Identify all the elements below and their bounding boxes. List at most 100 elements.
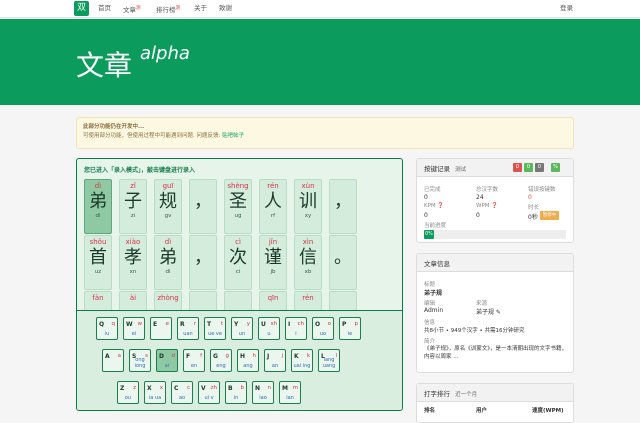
key-initial: sh [270, 321, 277, 327]
nav-thanks[interactable]: 致谢 [219, 0, 232, 18]
key-final: ang [243, 363, 253, 369]
key-g[interactable]: Gg eng [210, 349, 232, 372]
key-a[interactable]: Aa [102, 349, 124, 372]
char-cell: shèng 圣 ug [224, 179, 252, 234]
feedback-link[interactable]: 贴吧帖子 [222, 133, 244, 139]
info-label-summary: 简介 [424, 339, 436, 345]
page-subtitle: alpha [140, 43, 190, 64]
nav-about[interactable]: 关于 [194, 0, 207, 18]
record-header: 按键记录 测试 0 0 0 % [417, 159, 573, 177]
error-count-badge: 0 [513, 163, 522, 172]
key-x[interactable]: Xx ia ua [144, 381, 166, 404]
key-z[interactable]: Zz ou [117, 381, 139, 404]
key-initial: zh [210, 385, 217, 391]
key-initial: f [200, 353, 202, 359]
key-final: ie [347, 331, 353, 337]
char-cell: dì 弟 di [84, 179, 112, 234]
key-l[interactable]: Ll iang uang [318, 349, 340, 372]
pinyin-label: xìn [302, 238, 314, 246]
key-y[interactable]: Yy un [231, 317, 253, 340]
key-o[interactable]: Oo uo [312, 317, 334, 340]
accuracy-badge: % [551, 163, 560, 172]
shuangpin-code: ug [234, 213, 242, 219]
pinyin-label [330, 294, 356, 303]
stat-value-completed: 0 [424, 194, 428, 201]
hanzi-char: 谨 [264, 247, 282, 268]
key-t[interactable]: Tt ue ve [204, 317, 226, 340]
key-initial: r [193, 321, 196, 327]
key-c[interactable]: Cc ao [171, 381, 193, 404]
key-initial: y [246, 321, 250, 327]
key-letter: M [282, 385, 288, 392]
key-n[interactable]: Nn iao [252, 381, 274, 404]
key-d[interactable]: Dd ai [156, 349, 178, 372]
key-final: eng [216, 363, 226, 369]
info-label-editor: 编辑 [424, 301, 436, 307]
nav-ranking[interactable]: 排行榜测 [156, 0, 180, 18]
hanzi-char: 弟 [159, 247, 177, 268]
shuangpin-code: di [95, 213, 101, 219]
stat-label-total-chars: 总汉字数 [476, 187, 499, 193]
shuangpin-code: xn [129, 269, 137, 275]
char-cell: 。 [329, 235, 357, 290]
info-label-meta: 信息 [424, 320, 436, 326]
char-cell: xiào 孝 xn [119, 235, 147, 290]
pinyin-label: rén [267, 182, 279, 190]
dev-notice: 此部分功能仍在开发中... 可使用部分功能，但使用过程中可能遇到问题. 问题反馈… [76, 117, 574, 149]
char-cell: guī 规 gv [154, 179, 182, 234]
key-i[interactable]: Ich i [285, 317, 307, 340]
key-q[interactable]: Qq iu [96, 317, 118, 340]
shuangpin-code: gv [164, 213, 172, 219]
rank-subtitle: 近一个月 [455, 392, 478, 398]
key-m[interactable]: Mm ian [279, 381, 301, 404]
key-k[interactable]: Kk uai ing [291, 349, 313, 372]
key-w[interactable]: Ww ei [123, 317, 145, 340]
typing-rank-panel: 打字排行 近一个月 排名 用户 速度(WPM) [416, 383, 574, 423]
key-b[interactable]: Bb in [225, 381, 247, 404]
key-letter: G [213, 353, 218, 360]
key-final: ian [286, 395, 294, 401]
hanzi-char: 子 [124, 191, 142, 212]
nav-home[interactable]: 首页 [98, 0, 111, 18]
key-initial: x [159, 385, 163, 391]
pinyin-label [330, 238, 356, 247]
pause-button[interactable]: 暂停中 [540, 211, 559, 220]
key-letter: R [180, 321, 185, 328]
progress-label: 当前进度 [424, 223, 447, 229]
hanzi-char: 孝 [124, 247, 142, 268]
key-initial: o [327, 321, 331, 327]
key-p[interactable]: Pp ie [339, 317, 361, 340]
key-e[interactable]: Ee [150, 317, 172, 340]
key-letter: T [207, 321, 212, 328]
nav-articles[interactable]: 文章测 [123, 0, 141, 18]
stat-value-wpm: 0 [476, 212, 480, 219]
pinyin-label [225, 294, 251, 303]
key-v[interactable]: Vzh ui v [198, 381, 220, 404]
key-final: ou [124, 395, 132, 401]
key-final: ui v [204, 395, 214, 401]
key-letter: Y [234, 321, 239, 328]
pinyin-label: jǐn [268, 238, 278, 246]
key-final: ao [178, 395, 186, 401]
key-r[interactable]: Rr uan [177, 317, 199, 340]
key-final: ue ve [208, 331, 222, 337]
login-link[interactable]: 登录 [560, 0, 573, 18]
key-initial: b [240, 385, 245, 391]
key-u[interactable]: Ush u [258, 317, 280, 340]
key-f[interactable]: Ff en [183, 349, 205, 372]
hanzi-char: ， [194, 247, 212, 268]
key-final: uai ing [293, 363, 311, 369]
typing-panel[interactable]: 您已进入「录入模式」，敲击键盘进行录入 dì 弟 di zǐ 子 zi guī 规 gv， shè… [76, 158, 403, 411]
key-letter: F [186, 353, 191, 360]
key-s[interactable]: Ss ong iong [129, 349, 151, 372]
key-initial: n [267, 385, 272, 391]
pinyin-label: xùn [301, 182, 315, 190]
pinyin-label: guī [162, 182, 174, 190]
top-nav: 双 首页 文章测 排行榜测 关于 致谢 登录 [0, 0, 640, 18]
info-value-source[interactable]: 弟子规 ✎ [476, 307, 501, 316]
key-h[interactable]: Hh ang [237, 349, 259, 372]
key-initial: c [186, 385, 190, 391]
site-logo[interactable]: 双 [74, 1, 89, 16]
pinyin-label: cì [235, 238, 241, 246]
key-j[interactable]: Jj an [264, 349, 286, 372]
